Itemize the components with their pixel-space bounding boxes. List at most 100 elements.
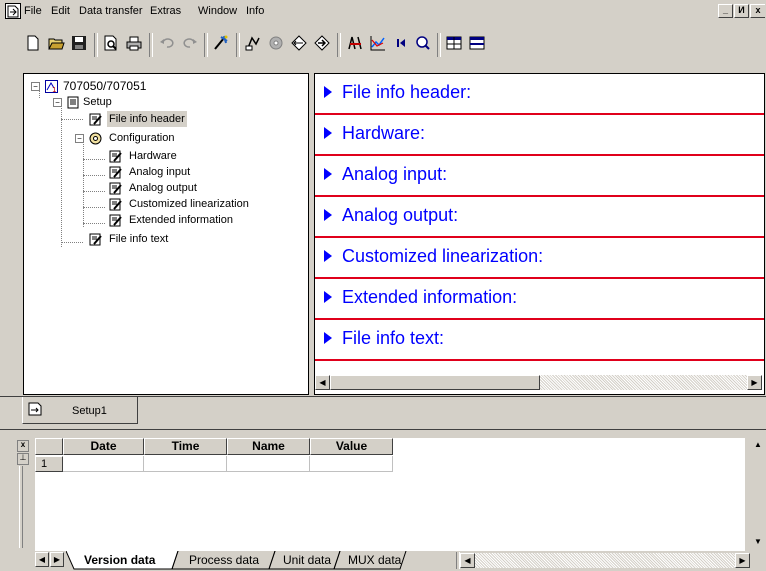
menu-extras[interactable]: Extras (150, 5, 181, 17)
wizard-icon[interactable] (210, 34, 232, 56)
scroll-up-icon[interactable]: ▲ (752, 440, 764, 449)
toolbar-separator (236, 33, 240, 57)
section-arrow-icon (324, 250, 332, 262)
print-preview-icon[interactable] (100, 34, 122, 56)
section-title: Analog output: (342, 205, 459, 225)
disk-icon[interactable] (265, 34, 287, 56)
edit-document-icon (89, 113, 102, 126)
tree-item-analog-output[interactable]: Analog output (107, 180, 287, 196)
menu-info[interactable]: Info (246, 5, 264, 17)
close-button[interactable]: x (750, 4, 765, 18)
tree-item-extended-information[interactable]: Extended information (107, 212, 297, 228)
tree-line (39, 90, 40, 98)
tree-label: Configuration (109, 132, 175, 144)
horizontal-scrollbar[interactable]: ◀ ▶ (315, 374, 764, 391)
section-title: Analog input: (342, 164, 448, 184)
redo-icon[interactable] (179, 34, 201, 56)
columns-icon[interactable] (466, 34, 488, 56)
column-header-value[interactable]: Value (310, 438, 393, 455)
menu-window[interactable]: Window (198, 5, 237, 17)
restore-button[interactable]: И (734, 4, 749, 18)
bottom-scroll-right-button[interactable]: ▶ (735, 553, 750, 568)
section-customized-linearization[interactable]: Customized linearization: (315, 238, 764, 279)
tree-item-root[interactable]: 1 707050/707051 (43, 78, 283, 94)
section-analog-output[interactable]: Analog output: (315, 197, 764, 238)
sheet-tab-version-data[interactable]: Version data (84, 551, 155, 569)
grid-grip[interactable] (19, 466, 23, 548)
tree-line (83, 207, 105, 208)
transfer-icon[interactable] (242, 34, 264, 56)
row-header[interactable]: 1 (35, 456, 63, 472)
download-icon[interactable] (311, 34, 333, 56)
first-record-icon[interactable] (390, 34, 412, 56)
sheet-tab-mux-data[interactable]: MUX data (348, 551, 401, 569)
menu-file[interactable]: File (24, 5, 42, 17)
sheet-tab-unit-data[interactable]: Unit data (283, 551, 331, 569)
tree-item-customized-linearization[interactable]: Customized linearization (107, 196, 297, 212)
tab-prev-icon[interactable]: ◀ (35, 552, 49, 567)
scrollbar-thumb[interactable] (330, 375, 540, 390)
section-arrow-icon (324, 86, 332, 98)
app-document-icon[interactable] (5, 3, 21, 19)
measure-icon[interactable] (344, 34, 366, 56)
undo-icon[interactable] (156, 34, 178, 56)
chart-icon[interactable] (367, 34, 389, 56)
tree-label: Customized linearization (129, 198, 249, 210)
tree-item-hardware[interactable]: Hardware (107, 148, 287, 164)
tree-item-analog-input[interactable]: Analog input (107, 164, 287, 180)
tree-label: Hardware (129, 150, 177, 162)
section-extended-information[interactable]: Extended information: (315, 279, 764, 320)
tab-scroll-right-button[interactable]: ▶ (49, 551, 65, 568)
scroll-down-icon[interactable]: ▼ (752, 537, 764, 546)
tree-collapse-toggle[interactable]: − (31, 82, 40, 91)
tree-item-configuration[interactable]: Configuration (87, 130, 287, 146)
section-hardware[interactable]: Hardware: (315, 115, 764, 156)
table-icon[interactable] (443, 34, 465, 56)
section-file-info-header[interactable]: File info header: (315, 74, 764, 115)
grid-cell-time[interactable] (144, 456, 227, 472)
pin-grid-icon[interactable]: ⊥ (17, 453, 29, 465)
tree-item-file-info-header[interactable]: File info header (87, 111, 287, 127)
scrollbar-track[interactable] (540, 375, 747, 390)
connect-icon[interactable] (288, 34, 310, 56)
menu-edit[interactable]: Edit (51, 5, 70, 17)
tree-item-setup[interactable]: Setup (65, 94, 285, 110)
document-tab-strip: Setup1 (0, 396, 766, 430)
column-header-name[interactable]: Name (227, 438, 310, 455)
tree-collapse-toggle[interactable]: − (53, 98, 62, 107)
toolbar-separator (337, 33, 341, 57)
print-icon[interactable] (123, 34, 145, 56)
grid-corner-header[interactable] (35, 438, 63, 455)
section-analog-input[interactable]: Analog input: (315, 156, 764, 197)
tree-collapse-toggle[interactable]: − (75, 134, 84, 143)
grid-cell-value[interactable] (310, 456, 393, 472)
close-grid-icon[interactable]: x (17, 440, 29, 452)
tab-scroll-left-button[interactable]: ◀ (33, 551, 49, 568)
section-arrow-icon (324, 209, 332, 221)
search-icon[interactable] (412, 34, 434, 56)
toolbar (0, 28, 766, 60)
tab-next-icon[interactable]: ▶ (50, 552, 64, 567)
bottom-scroll-left-button[interactable]: ◀ (460, 553, 475, 568)
bottom-scrollbar-track[interactable] (475, 553, 735, 568)
section-file-info-text[interactable]: File info text: (315, 320, 764, 361)
minimize-button[interactable]: _ (718, 4, 733, 18)
grid-cell-date[interactable] (63, 456, 144, 472)
tab-setup1[interactable]: Setup1 (22, 397, 138, 424)
grid-cell-name[interactable] (227, 456, 310, 472)
scroll-right-button[interactable]: ▶ (747, 375, 762, 390)
scroll-left-button[interactable]: ◀ (315, 375, 330, 390)
sheet-tab-process-data[interactable]: Process data (189, 551, 259, 569)
grid-vertical-scrollbar[interactable]: ▲ ▼ (749, 438, 766, 551)
section-title: Customized linearization: (342, 246, 544, 266)
tab-label: Setup1 (72, 405, 107, 417)
new-document-icon[interactable] (22, 34, 44, 56)
tree-label: File info header (107, 111, 187, 127)
tree-item-file-info-text[interactable]: File info text (87, 231, 287, 247)
edit-document-icon (109, 150, 122, 163)
column-header-date[interactable]: Date (63, 438, 144, 455)
save-icon[interactable] (68, 34, 90, 56)
open-folder-icon[interactable] (45, 34, 67, 56)
column-header-time[interactable]: Time (144, 438, 227, 455)
menu-data-transfer[interactable]: Data transfer (79, 5, 143, 17)
